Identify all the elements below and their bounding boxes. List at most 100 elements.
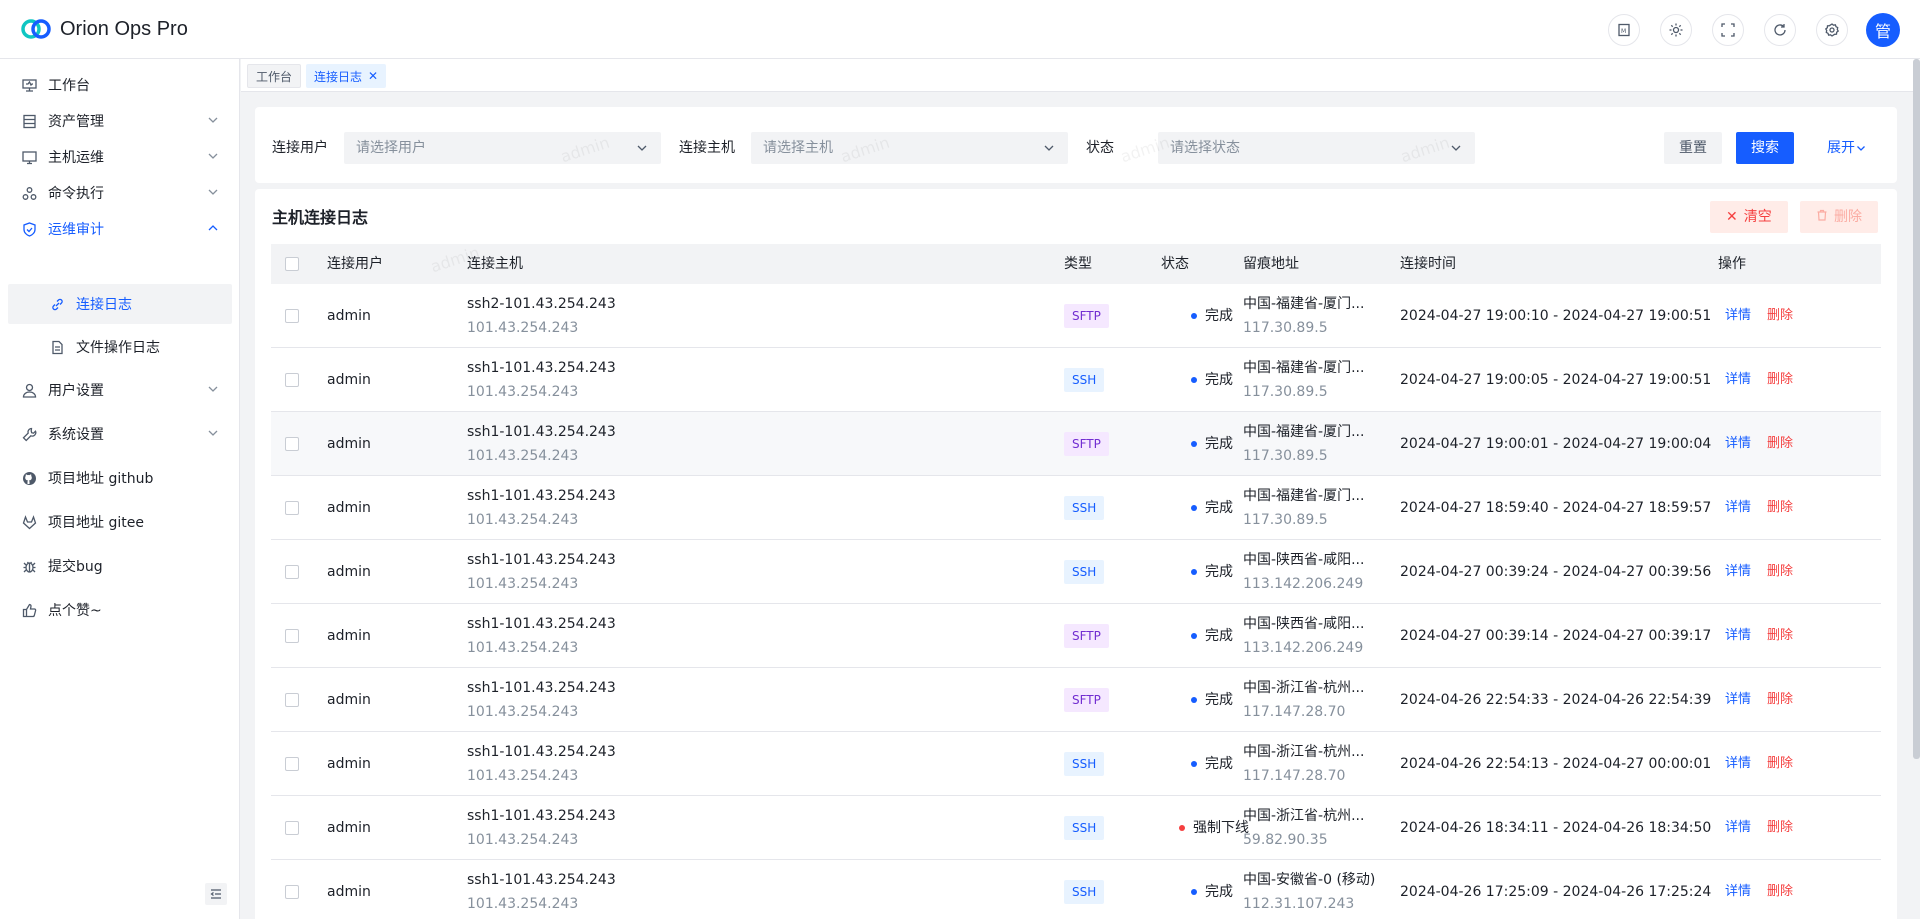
expand-button[interactable]: 展开 (1812, 132, 1882, 164)
detail-link[interactable]: 详情 (1725, 369, 1751, 391)
row-host-name: ssh2-101.43.254.243 (467, 296, 616, 312)
row-checkbox[interactable] (285, 757, 299, 771)
row-host-ip: 101.43.254.243 (467, 320, 579, 336)
row-host-ip: 101.43.254.243 (467, 768, 579, 784)
row-checkbox[interactable] (285, 373, 299, 387)
row-time: 2024-04-27 19:00:10 - 2024-04-27 19:00:5… (1400, 308, 1712, 324)
detail-link[interactable]: 详情 (1725, 817, 1751, 839)
page-scrollbar[interactable] (1913, 59, 1920, 759)
col-host: 连接主机 (467, 256, 523, 272)
clear-button[interactable]: ✕ 清空 (1710, 201, 1788, 233)
sidebar-item-file-log[interactable]: 文件操作日志 (8, 327, 232, 367)
sidebar-item-command[interactable]: 命令执行 (8, 173, 232, 213)
row-host-ip: 101.43.254.243 (467, 896, 579, 912)
refresh-icon[interactable] (1764, 14, 1796, 46)
row-host-name: ssh1-101.43.254.243 (467, 808, 616, 824)
detail-link[interactable]: 详情 (1725, 625, 1751, 647)
row-host-ip: 101.43.254.243 (467, 512, 579, 528)
relation-icon (20, 184, 38, 202)
row-status: 完成 (1191, 689, 1233, 711)
select-all-checkbox[interactable] (285, 257, 299, 271)
theme-icon[interactable] (1660, 14, 1692, 46)
row-user: admin (327, 628, 371, 644)
status-text: 完成 (1205, 372, 1233, 388)
file-icon (48, 338, 66, 356)
api-doc-icon[interactable]: M (1608, 14, 1640, 46)
row-checkbox[interactable] (285, 693, 299, 707)
logo[interactable]: Orion Ops Pro (20, 18, 188, 41)
row-user: admin (327, 884, 371, 900)
collapse-menu-button[interactable] (205, 883, 227, 905)
batch-delete-button[interactable]: 删除 (1800, 201, 1878, 233)
sidebar-item-host-ops[interactable]: 主机运维 (8, 137, 232, 177)
row-status: 完成 (1191, 753, 1233, 775)
detail-link[interactable]: 详情 (1725, 305, 1751, 327)
tab-bar: 工作台 连接日志 ✕ (241, 59, 1920, 92)
row-host-name: ssh1-101.43.254.243 (467, 488, 616, 504)
user-select[interactable]: 请选择用户 (344, 132, 661, 164)
status-select[interactable]: 请选择状态 (1158, 132, 1475, 164)
tab-connect-log[interactable]: 连接日志 ✕ (306, 64, 387, 88)
sidebar-item-github[interactable]: 项目地址 github (8, 458, 232, 498)
sidebar-item-label: 文件操作日志 (76, 340, 160, 356)
row-address: 中国-浙江省-杭州... (1243, 744, 1365, 760)
row-checkbox[interactable] (285, 501, 299, 515)
user-filter-label: 连接用户 (272, 140, 328, 156)
delete-link[interactable]: 删除 (1767, 497, 1793, 519)
delete-link[interactable]: 删除 (1767, 369, 1793, 391)
detail-link[interactable]: 详情 (1725, 881, 1751, 903)
row-checkbox[interactable] (285, 821, 299, 835)
host-select[interactable]: 请选择主机 (751, 132, 1068, 164)
sidebar-item-user-settings[interactable]: 用户设置 (8, 370, 232, 410)
delete-link[interactable]: 删除 (1767, 817, 1793, 839)
app-header: Orion Ops Pro M 管 (0, 0, 1920, 59)
delete-link[interactable]: 删除 (1767, 305, 1793, 327)
delete-link[interactable]: 删除 (1767, 625, 1793, 647)
row-address-ip: 112.31.107.243 (1243, 896, 1355, 912)
close-icon[interactable]: ✕ (368, 69, 378, 83)
delete-link[interactable]: 删除 (1767, 753, 1793, 775)
sidebar-item-like[interactable]: 点个赞~ (8, 590, 232, 630)
host-select-placeholder: 请选择主机 (763, 140, 833, 156)
row-checkbox[interactable] (285, 565, 299, 579)
chevron-down-icon (208, 117, 218, 123)
tab-label: 工作台 (256, 69, 293, 84)
detail-link[interactable]: 详情 (1725, 561, 1751, 583)
avatar[interactable]: 管 (1866, 13, 1900, 47)
status-text: 完成 (1205, 692, 1233, 708)
row-checkbox[interactable] (285, 885, 299, 899)
detail-link[interactable]: 详情 (1725, 497, 1751, 519)
row-checkbox[interactable] (285, 309, 299, 323)
sidebar-item-audit[interactable]: 运维审计 (8, 209, 232, 249)
tab-workbench[interactable]: 工作台 (247, 64, 302, 88)
sidebar-item-workbench[interactable]: 工作台 (8, 65, 232, 105)
delete-link[interactable]: 删除 (1767, 561, 1793, 583)
reset-button[interactable]: 重置 (1664, 132, 1722, 164)
row-checkbox[interactable] (285, 437, 299, 451)
delete-link[interactable]: 删除 (1767, 689, 1793, 711)
row-checkbox[interactable] (285, 629, 299, 643)
col-time: 连接时间 (1400, 256, 1456, 272)
detail-link[interactable]: 详情 (1725, 689, 1751, 711)
row-address-ip: 117.147.28.70 (1243, 704, 1346, 720)
search-button[interactable]: 搜索 (1736, 132, 1794, 164)
delete-link[interactable]: 删除 (1767, 881, 1793, 903)
status-dot (1191, 569, 1197, 575)
detail-link[interactable]: 详情 (1725, 753, 1751, 775)
settings-icon[interactable] (1816, 14, 1848, 46)
col-address: 留痕地址 (1243, 256, 1299, 272)
table-row: admin ssh1-101.43.254.243 101.43.254.243 SS… (271, 732, 1881, 796)
detail-link[interactable]: 详情 (1725, 433, 1751, 455)
row-host-ip: 101.43.254.243 (467, 576, 579, 592)
sidebar-item-assets[interactable]: 资产管理 (8, 101, 232, 141)
delete-link[interactable]: 删除 (1767, 433, 1793, 455)
row-time: 2024-04-26 22:54:13 - 2024-04-27 00:00:0… (1400, 756, 1712, 772)
status-dot (1191, 505, 1197, 511)
fullscreen-icon[interactable] (1712, 14, 1744, 46)
table-row: admin ssh1-101.43.254.243 101.43.254.243 SS… (271, 476, 1881, 540)
sidebar-item-connect-log[interactable]: 连接日志 (8, 284, 232, 324)
sidebar-item-gitee[interactable]: 项目地址 gitee (8, 502, 232, 542)
sidebar-item-bug[interactable]: 提交bug (8, 546, 232, 586)
sidebar-item-system-settings[interactable]: 系统设置 (8, 414, 232, 454)
sidebar: 工作台 资产管理 主机运维 命令执行 运维审计 连接日志 文件操作日志 用户设置… (0, 59, 240, 919)
